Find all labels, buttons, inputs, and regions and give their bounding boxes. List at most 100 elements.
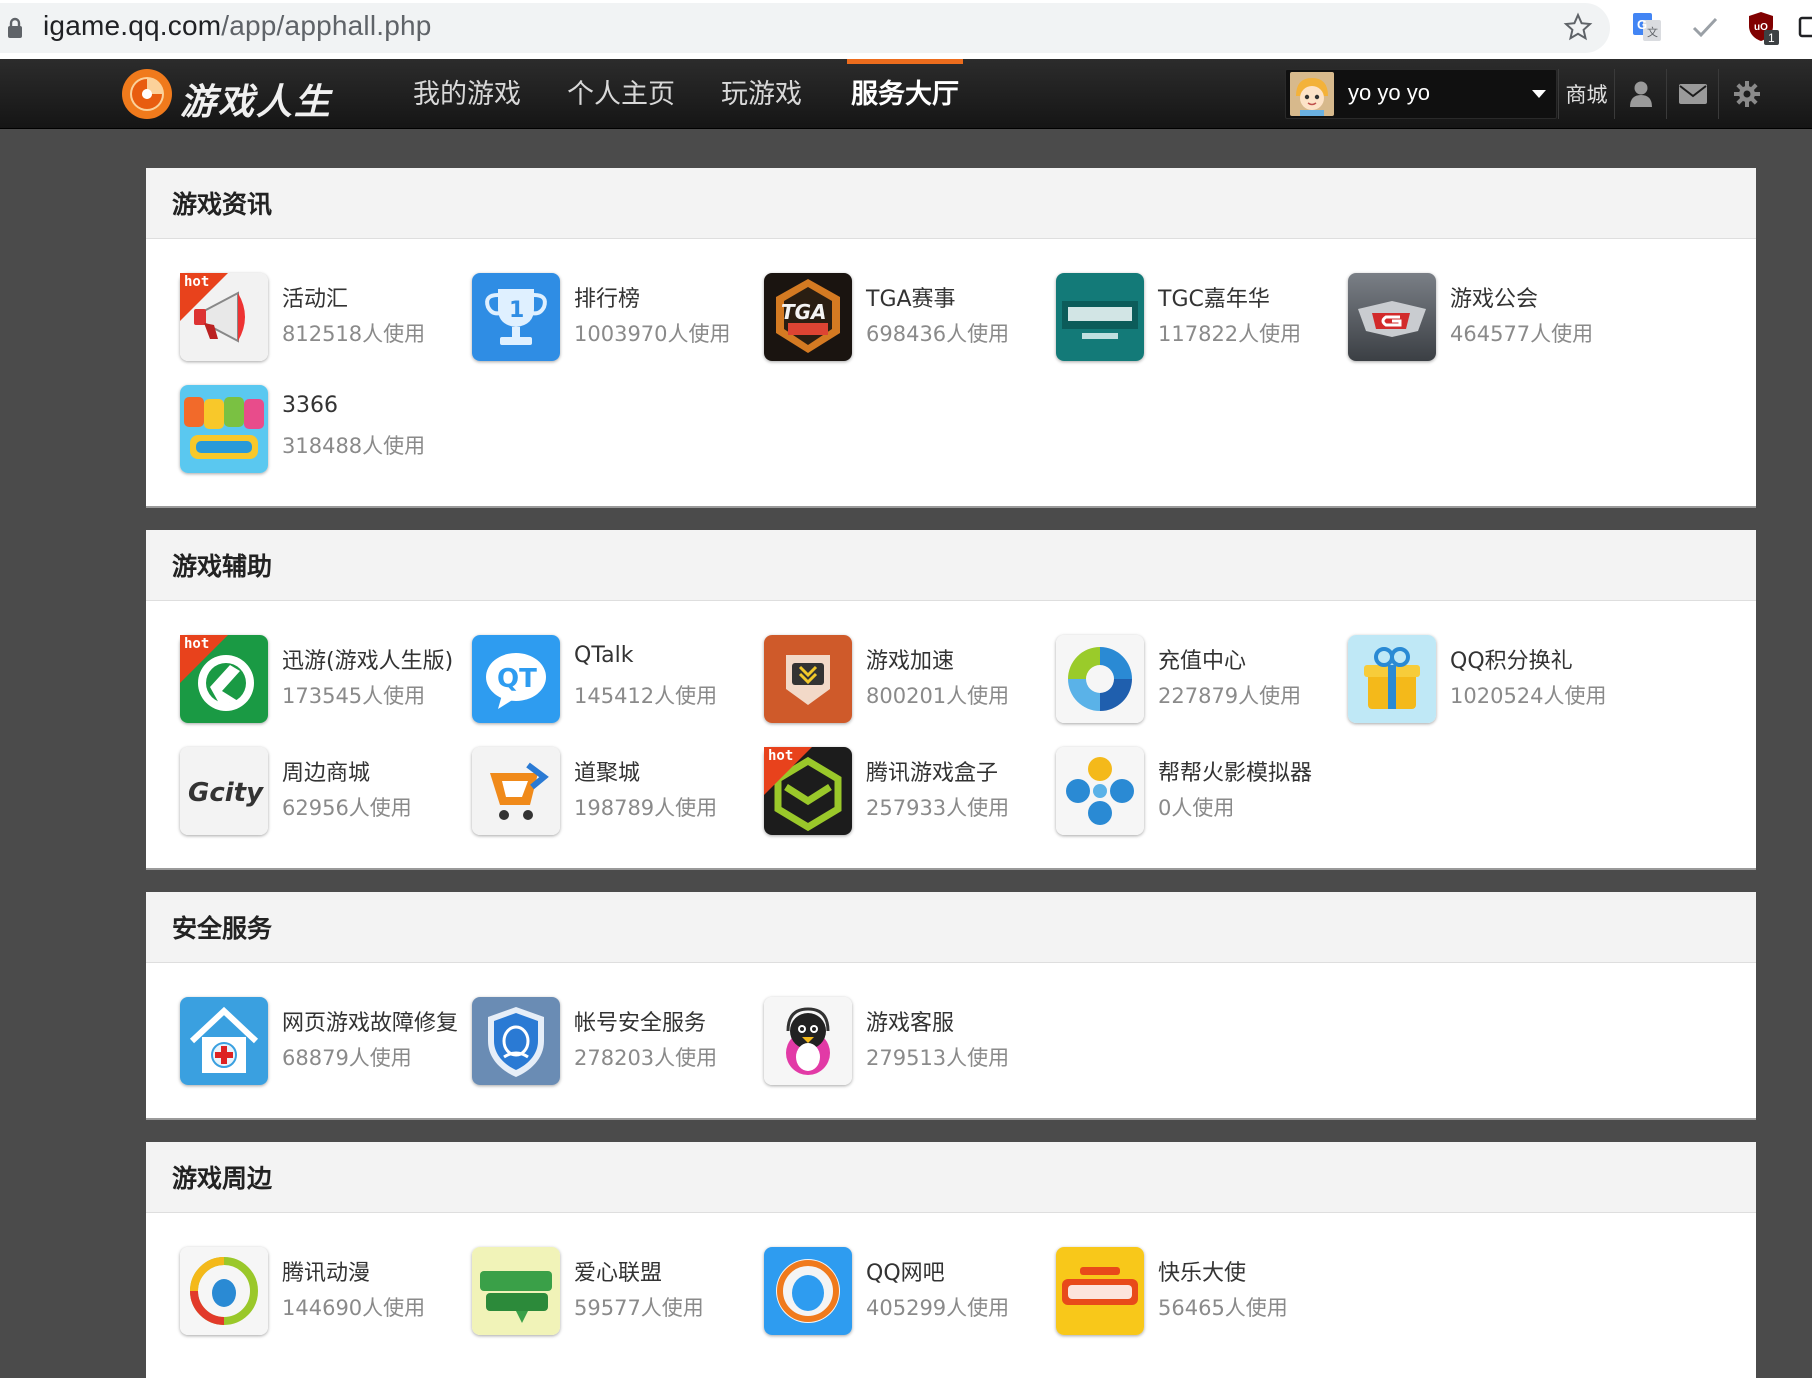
- app-usage-count: 1003970人使用: [574, 322, 731, 346]
- app-name: 游戏客服: [866, 1011, 955, 1036]
- svg-text:QT: QT: [497, 664, 537, 694]
- app-name: 腾讯动漫: [282, 1261, 371, 1286]
- app-name: 游戏加速: [866, 649, 955, 674]
- app-usage-count: 698436人使用: [866, 322, 1010, 346]
- recharge-icon: [1056, 635, 1144, 723]
- app-usage-count: 318488人使用: [282, 434, 426, 458]
- app-usage-count: 278203人使用: [574, 1046, 718, 1070]
- profile-button[interactable]: [1614, 69, 1666, 119]
- app-usage-count: 62956人使用: [282, 796, 412, 820]
- app-usage-count: 198789人使用: [574, 796, 718, 820]
- comic-icon: [180, 1247, 268, 1335]
- chevron-down-icon[interactable]: [1532, 90, 1546, 98]
- app-name: 游戏公会: [1450, 287, 1539, 312]
- app-name: 帮帮火影模拟器: [1158, 761, 1313, 786]
- trophy-icon: 1: [472, 273, 560, 361]
- lock-icon[interactable]: [6, 16, 24, 40]
- app-item[interactable]: QQ积分换礼 1020524人使用: [1314, 635, 1607, 725]
- settings-button[interactable]: [1718, 69, 1774, 119]
- app-item[interactable]: QQ网吧 405299人使用: [730, 1247, 1020, 1337]
- app-item[interactable]: 充值中心 227879人使用: [1022, 635, 1312, 725]
- site-navbar: 游戏人生 我的游戏 个人主页 玩游戏 服务大厅 yo yo yo 商城: [0, 59, 1812, 129]
- igame-logo-icon[interactable]: [120, 67, 174, 121]
- app-usage-count: 59577人使用: [574, 1296, 704, 1320]
- app-name: 活动汇: [282, 287, 349, 312]
- extension-badge-count: 1: [1768, 31, 1775, 45]
- extension-icon[interactable]: [1796, 12, 1812, 42]
- bookmark-star-icon[interactable]: [1563, 12, 1593, 42]
- shop-link[interactable]: 商城: [1558, 69, 1614, 119]
- app-item[interactable]: 1 排行榜 1003970人使用: [438, 273, 731, 363]
- app-item[interactable]: 道聚城 198789人使用: [438, 747, 728, 837]
- app-item[interactable]: 帐号安全服务 278203人使用: [438, 997, 728, 1087]
- qtalk-icon: QT: [472, 635, 560, 723]
- hot-badge: hot: [180, 635, 228, 683]
- app-usage-count: 279513人使用: [866, 1046, 1010, 1070]
- app-item[interactable]: 帮帮火影模拟器 0人使用: [1022, 747, 1312, 837]
- app-item[interactable]: TGC嘉年华 117822人使用: [1022, 273, 1312, 363]
- 3366-icon: [180, 385, 268, 473]
- app-name: QQ网吧: [866, 1261, 945, 1286]
- account-shield-icon: [472, 997, 560, 1085]
- app-item[interactable]: 腾讯动漫 144690人使用: [146, 1247, 436, 1337]
- app-item[interactable]: hot 腾讯游戏盒子 257933人使用: [730, 747, 1020, 837]
- tab-service-hall[interactable]: 服务大厅: [847, 59, 963, 129]
- svg-text:Gcity: Gcity: [188, 778, 264, 808]
- url-text[interactable]: igame.qq.com/app/apphall.php: [43, 10, 432, 42]
- section-game-merch: 游戏周边 腾讯动漫 144690人使用 爱心联盟 59577人使用 QQ网吧 4…: [146, 1142, 1756, 1378]
- section-security-services: 安全服务 网页游戏故障修复 68879人使用 帐号安全服务 278203人使用 …: [146, 892, 1756, 1118]
- section-title: 游戏辅助: [146, 530, 1756, 601]
- svg-text:1: 1: [509, 298, 524, 323]
- gear-icon: [1733, 81, 1760, 107]
- app-usage-count: 68879人使用: [282, 1046, 412, 1070]
- app-name: TGA赛事: [866, 287, 956, 312]
- app-item[interactable]: 游戏公会 464577人使用: [1314, 273, 1604, 363]
- mail-icon: [1678, 84, 1707, 104]
- tga-icon: TGA: [764, 273, 852, 361]
- accelerator-icon: [764, 635, 852, 723]
- app-item[interactable]: Gcity 周边商城 62956人使用: [146, 747, 436, 837]
- app-item[interactable]: hot 活动汇 812518人使用: [146, 273, 436, 363]
- tab-play-games[interactable]: 玩游戏: [721, 59, 802, 129]
- app-name: 3366: [282, 393, 338, 418]
- section-title: 安全服务: [146, 892, 1756, 963]
- app-usage-count: 173545人使用: [282, 684, 426, 708]
- app-item[interactable]: 爱心联盟 59577人使用: [438, 1247, 728, 1337]
- app-item[interactable]: 游戏加速 800201人使用: [730, 635, 1020, 725]
- app-usage-count: 257933人使用: [866, 796, 1010, 820]
- app-item[interactable]: hot 迅游(游戏人生版) 173545人使用: [146, 635, 453, 725]
- app-item[interactable]: QT QTalk 145412人使用: [438, 635, 728, 725]
- browser-toolbar: igame.qq.com/app/apphall.php G 文 uO 1: [0, 0, 1812, 59]
- repair-icon: [180, 997, 268, 1085]
- url-host: igame.qq.com: [43, 10, 222, 41]
- service-penguin-icon: [764, 997, 852, 1085]
- app-item[interactable]: 快乐大使 56465人使用: [1022, 1247, 1312, 1337]
- cart-icon: [472, 747, 560, 835]
- app-name: 网页游戏故障修复: [282, 1011, 459, 1036]
- app-usage-count: 800201人使用: [866, 684, 1010, 708]
- app-item[interactable]: TGA TGA赛事 698436人使用: [730, 273, 1020, 363]
- app-usage-count: 0人使用: [1158, 796, 1235, 820]
- person-icon: [1629, 81, 1652, 107]
- tab-my-games[interactable]: 我的游戏: [413, 59, 521, 129]
- messages-button[interactable]: [1666, 69, 1718, 119]
- check-extension-icon[interactable]: [1690, 12, 1720, 42]
- app-item[interactable]: 网页游戏故障修复 68879人使用: [146, 997, 458, 1087]
- section-game-assist: 游戏辅助 hot 迅游(游戏人生版) 173545人使用 QT QTalk 14…: [146, 530, 1756, 868]
- app-item[interactable]: 游戏客服 279513人使用: [730, 997, 1020, 1087]
- app-usage-count: 227879人使用: [1158, 684, 1302, 708]
- app-usage-count: 405299人使用: [866, 1296, 1010, 1320]
- translate-extension-icon[interactable]: G 文: [1632, 12, 1662, 42]
- site-logo-text[interactable]: 游戏人生: [180, 73, 332, 125]
- url-path: /app/apphall.php: [221, 10, 432, 41]
- tab-personal-home[interactable]: 个人主页: [567, 59, 675, 129]
- user-menu[interactable]: yo yo yo: [1285, 69, 1557, 119]
- ublock-extension-icon[interactable]: uO 1: [1746, 10, 1780, 46]
- app-item[interactable]: 3366 318488人使用: [146, 385, 436, 475]
- netbar-icon: [764, 1247, 852, 1335]
- section-title: 游戏周边: [146, 1142, 1756, 1213]
- gift-icon: [1348, 635, 1436, 723]
- app-name: 迅游(游戏人生版): [282, 649, 454, 674]
- app-usage-count: 56465人使用: [1158, 1296, 1288, 1320]
- app-usage-count: 145412人使用: [574, 684, 718, 708]
